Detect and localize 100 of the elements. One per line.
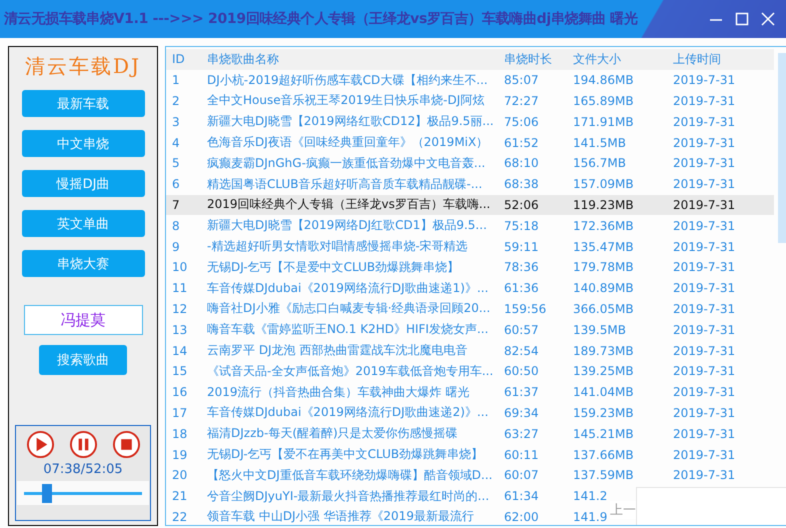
table-row[interactable]: 3 新疆大电DJ晓雪【2019网络红歌CD12】极品9.5丽... 75:06 171.91MB 2019-7-31: [166, 111, 774, 132]
table-cell-text: 2019-7-31: [673, 448, 736, 462]
nav-button[interactable]: 串烧大赛: [22, 250, 144, 277]
table-cell-text: 59:11: [504, 240, 540, 254]
pause-icon[interactable]: [68, 430, 98, 459]
table-cell-text: 2019-7-31: [673, 302, 736, 316]
table-row[interactable]: 9 -精选超好听男女情歌对唱情感慢摇串烧-宋哥精选 59:11 135.47MB 2019-7-31: [166, 236, 774, 257]
table-cell-text: 2019-7-31: [673, 364, 736, 378]
table-row[interactable]: 7 2019回味经典个人专辑（王绎龙vs罗百吉）车载嗨... 52:06 119.23MB 2019-7-31: [166, 194, 774, 216]
table-row[interactable]: 16 2019流行（抖音热曲合集）车载神曲大爆炸 曙光 61:37 141.04MB 2019-7-31: [166, 382, 774, 403]
table-row[interactable]: 20 【怒火中文DJ重低音车载环绕劲爆嗨碟】酷音领域D... 60:07 137.59MB 2019-7-31: [166, 464, 774, 486]
table-cell-text: 60:11: [504, 448, 540, 462]
table-cell-text: 嗨音社DJ小雅《励志口白喊麦专辑·经典语录回顾20...: [207, 300, 492, 318]
table-row[interactable]: 10 无锡DJ-乞丐【不是爱中文CLUB劲爆跳舞串烧】 78:36 179.78MB 2019-7-31: [166, 256, 774, 278]
table-row[interactable]: 13 嗨音车载《雷婷监听王NO.1 K2HD》HIFI发烧女声... 60:57 139.5MB 2019-7-31: [166, 319, 774, 340]
table-cell-text: -精选超好听男女情歌对唱情感慢摇串烧-宋哥精选: [207, 238, 469, 256]
table-cell-text: 2019-7-31: [673, 260, 736, 274]
column-header[interactable]: 串烧歌曲名称: [207, 50, 504, 68]
table-cell-text: 119.23MB: [573, 198, 635, 212]
stop-icon[interactable]: [112, 430, 140, 459]
table-cell-text: 2: [172, 94, 181, 108]
table-cell-text: 【怒火中文DJ重低音车载环绕劲爆嗨碟】酷音领域D...: [207, 466, 494, 484]
nav-button[interactable]: 最新车载: [22, 90, 144, 117]
table-cell-text: 4: [172, 136, 181, 150]
table-cell-text: 75:06: [504, 114, 540, 129]
table-cell-text: 19: [172, 448, 188, 462]
table-cell-text: 7: [172, 198, 181, 212]
table-cell-text: 新疆大电DJ晓雪【2019网络DJ红歌CD1】极品9.5...: [207, 217, 488, 234]
table-cell-text: 165.89MB: [573, 94, 635, 108]
table-row[interactable]: 5 疯癫麦霸DJnGhG-疯癫一族重低音劲爆中文电音轰... 68:10 156.7MB 2019-7-31: [166, 152, 774, 174]
table-cell-text: 60:57: [504, 322, 540, 337]
table-row[interactable]: 6 精选国粤语CLUB音乐超好听高音质车载精品靓碟-... 68:38 157.09MB 2019-7-31: [166, 174, 774, 195]
table-cell-text: 141.04MB: [573, 385, 635, 400]
search-field[interactable]: 冯提莫: [24, 305, 142, 335]
table-cell-text: 159.23MB: [573, 406, 635, 420]
table-cell-text: 68:38: [504, 177, 540, 192]
table-row[interactable]: 12 嗨音社DJ小雅《励志口白喊麦专辑·经典语录回顾20... 159:56 366.05MB 2019-7-31: [166, 298, 774, 320]
table-row[interactable]: 18 福清DJzzb-每天(醒着醉)只是太爱你伤感慢摇碟 63:27 145.21MB 2019-7-31: [166, 423, 774, 444]
table-cell-text: 疯癫麦霸DJnGhG-疯癫一族重低音劲爆中文电音轰...: [207, 154, 486, 172]
table-cell-text: 2019-7-31: [673, 426, 736, 441]
column-header[interactable]: 上传时间: [673, 50, 773, 68]
table-cell-text: 精选国粤语CLUB音乐超好听高音质车载精品靓碟-...: [207, 176, 484, 193]
nav-button[interactable]: 慢摇DJ曲: [22, 170, 144, 197]
table-cell-text: 172.36MB: [573, 218, 635, 233]
table-cell-text: 21: [172, 489, 188, 504]
table-cell-text: DJ小杭-2019超好听伤感车载CD大碟【相约来生不...: [207, 72, 489, 89]
table-row[interactable]: 17 车音传媒DJdubai《2019网络流行DJ歌曲速递2)》... 69:34 159.23MB 2019-7-31: [166, 402, 774, 424]
table-cell-text: 75:18: [504, 218, 540, 233]
table-cell-text: 2019-7-31: [673, 406, 736, 420]
table-cell-text: 63:27: [504, 426, 540, 441]
table-row[interactable]: 15 《试音天品-全女声低音炮》2019车载低音炮专用车... 60:50 139.25MB 2019-7-31: [166, 360, 774, 382]
table-cell-text: 62:00: [504, 510, 540, 524]
column-header[interactable]: 串烧时长: [504, 50, 573, 68]
table-cell-text: 69:34: [504, 406, 540, 420]
scrollbar[interactable]: [778, 53, 786, 243]
column-header[interactable]: 文件大小: [573, 50, 673, 68]
column-header[interactable]: ID: [172, 52, 207, 66]
table-cell-text: 兮音尘阙DJyuYI-最新最火抖音热播推荐最红时尚的...: [207, 488, 490, 505]
table-cell-text: 20: [172, 468, 188, 482]
table-cell-text: 嗨音车载《雷婷监听王NO.1 K2HD》HIFI发烧女声...: [207, 321, 490, 338]
close-icon[interactable]: [760, 11, 776, 27]
table-cell-text: 2019-7-31: [673, 114, 736, 129]
progress-slider[interactable]: [17, 481, 149, 505]
table-cell-text: 2019流行（抖音热曲合集）车载神曲大爆炸 曙光: [207, 384, 470, 401]
search-button[interactable]: 搜索歌曲: [39, 345, 127, 375]
table-cell-text: 159:56: [504, 302, 548, 316]
table-cell-text: 85:07: [504, 73, 540, 88]
table-cell-text: 2019-7-31: [673, 94, 736, 108]
table-cell-text: 72:27: [504, 94, 540, 108]
table-row[interactable]: 14 云南罗平 DJ龙泡 西部热曲雷霆战车沈北魔电电音 82:54 189.73MB 2019-7-31: [166, 340, 774, 361]
table-cell-text: 9: [172, 240, 181, 254]
table-row[interactable]: 8 新疆大电DJ晓雪【2019网络DJ红歌CD1】极品9.5... 75:18 172.36MB 2019-7-31: [166, 215, 774, 236]
table-cell-text: 60:50: [504, 364, 540, 378]
table-row[interactable]: 19 无锡DJ-乞丐【爱不在再美中文CLUB劲爆跳舞串烧】 60:11 137.66MB 2019-7-31: [166, 444, 774, 465]
table-cell-text: 新疆大电DJ晓雪【2019网络红歌CD12】极品9.5丽...: [207, 113, 495, 130]
table-cell-text: 60:07: [504, 468, 540, 482]
table-cell-text: 1: [172, 73, 181, 88]
table-cell-text: 全中文House音乐祝王琴2019生日快乐串烧-DJ阿炫: [207, 92, 486, 110]
table-row[interactable]: 1 DJ小杭-2019超好听伤感车载CD大碟【相约来生不... 85:07 194.86MB 2019-7-31: [166, 70, 774, 91]
table-cell-text: 179.78MB: [573, 260, 635, 274]
table-cell-text: 云南罗平 DJ龙泡 西部热曲雷霆战车沈北魔电电音: [207, 342, 468, 360]
table-row[interactable]: 11 车音传媒DJdubai《2019网络流行DJ歌曲速递1)》... 61:36 140.89MB 2019-7-31: [166, 278, 774, 299]
nav-button[interactable]: 英文单曲: [22, 210, 144, 237]
table-row[interactable]: 4 色海音乐DJ夜语《回味经典重回童年》（2019MiX） 61:52 141.5MB 2019-7-31: [166, 132, 774, 153]
play-icon[interactable]: [26, 430, 54, 459]
table-cell-text: 135.47MB: [573, 240, 635, 254]
table-cell-text: 2019-7-31: [673, 73, 736, 88]
table-cell-text: 16: [172, 385, 188, 400]
table-cell-text: 12: [172, 302, 188, 316]
table-cell-text: 2019-7-31: [673, 177, 736, 192]
table-cell-text: 《试音天品-全女声低音炮》2019车载低音炮专用车...: [207, 362, 494, 380]
maximize-icon[interactable]: [734, 11, 750, 27]
table-cell-text: 52:06: [504, 198, 540, 212]
playback-time: 07:38/52:05: [43, 462, 123, 477]
table-cell-text: 157.09MB: [573, 177, 635, 192]
table-cell-text: 61:37: [504, 385, 540, 400]
table-cell-text: 2019-7-31: [673, 240, 736, 254]
slider-thumb[interactable]: [42, 484, 52, 502]
nav-button[interactable]: 中文串烧: [22, 130, 144, 157]
table-row[interactable]: 2 全中文House音乐祝王琴2019生日快乐串烧-DJ阿炫 72:27 165.89MB 2019-7-31: [166, 90, 774, 112]
